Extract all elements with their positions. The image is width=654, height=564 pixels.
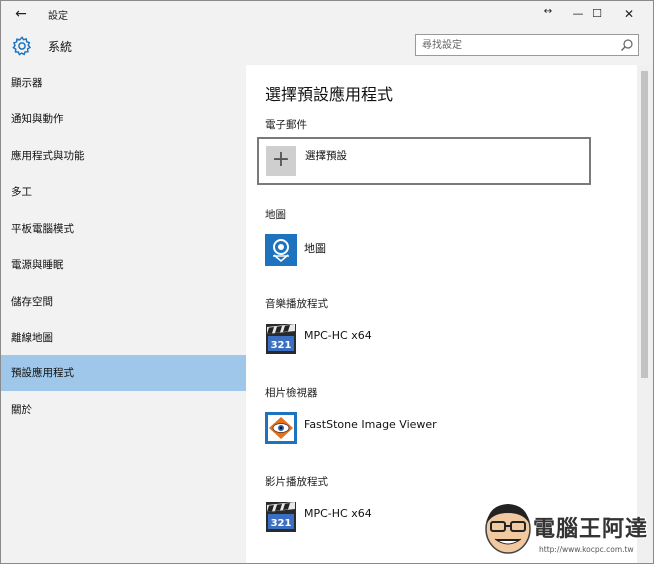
title-bar: ← 設定 ↔ — ☐ ✕: [1, 1, 653, 28]
mascot-face-icon: [485, 504, 531, 554]
section-label-photo-viewer: 相片檢視器: [265, 387, 318, 399]
section-label-maps: 地圖: [265, 209, 286, 221]
faststone-icon: [265, 412, 297, 444]
choose-default-label: 選擇預設: [305, 150, 347, 162]
sidebar-item-tablet-mode[interactable]: 平板電腦模式: [1, 211, 246, 247]
search-icon[interactable]: [620, 38, 634, 52]
watermark-text: 電腦王阿達: [533, 517, 649, 542]
search-input[interactable]: [422, 37, 612, 53]
scrollbar-thumb[interactable]: [641, 71, 648, 378]
sidebar-item-power-sleep[interactable]: 電源與睡眠: [1, 247, 246, 283]
section-label-video-player: 影片播放程式: [265, 476, 328, 488]
sidebar: 顯示器 通知與動作 應用程式與功能 多工 平板電腦模式 電源與睡眠 儲存空間 離…: [1, 65, 246, 563]
sidebar-item-label: 關於: [11, 404, 32, 416]
sidebar-item-apps-features[interactable]: 應用程式與功能: [1, 138, 246, 174]
default-app-maps[interactable]: 地圖: [265, 234, 565, 268]
sidebar-item-label: 多工: [11, 186, 32, 198]
default-app-label: FastStone Image Viewer: [304, 418, 437, 431]
sidebar-item-offline-maps[interactable]: 離線地圖: [1, 320, 246, 356]
settings-window: ← 設定 ↔ — ☐ ✕ 系統 顯示器 通知與動作 應用程式與功能 多工 平板電…: [0, 0, 654, 564]
default-app-label: 地圖: [304, 242, 326, 255]
mpc-hc-icon: 321: [266, 324, 296, 354]
mpc-hc-icon: 321: [266, 502, 296, 532]
content-scrollbar[interactable]: [637, 65, 653, 563]
sidebar-item-label: 顯示器: [11, 77, 43, 89]
sidebar-item-multitasking[interactable]: 多工: [1, 174, 246, 210]
sidebar-item-default-apps[interactable]: 預設應用程式: [1, 355, 246, 391]
watermark: 電腦王阿達 http://www.kocpc.com.tw: [479, 497, 649, 561]
gear-icon: [12, 36, 32, 56]
section-label-music-player: 音樂播放程式: [265, 298, 328, 310]
sidebar-item-label: 通知與動作: [11, 113, 64, 125]
window-title: 設定: [48, 11, 68, 22]
sidebar-item-label: 電源與睡眠: [11, 259, 64, 271]
sidebar-item-label: 儲存空間: [11, 296, 53, 308]
sidebar-item-label: 離線地圖: [11, 332, 53, 344]
sidebar-item-storage[interactable]: 儲存空間: [1, 284, 246, 320]
svg-text:321: 321: [271, 340, 292, 351]
default-app-label: MPC-HC x64: [304, 329, 372, 342]
sidebar-item-label: 平板電腦模式: [11, 223, 74, 235]
sidebar-item-label: 應用程式與功能: [11, 150, 85, 162]
section-label-email: 電子郵件: [265, 119, 307, 131]
maximize-button[interactable]: ☐: [582, 3, 612, 25]
plus-icon: +: [266, 146, 296, 176]
default-app-music-player[interactable]: 321 MPC-HC x64: [265, 323, 565, 357]
page-header: 系統: [1, 28, 653, 65]
svg-text:321: 321: [271, 518, 292, 529]
sidebar-item-about[interactable]: 關於: [1, 392, 246, 428]
search-box[interactable]: [415, 34, 639, 56]
default-app-photo-viewer[interactable]: FastStone Image Viewer: [265, 412, 565, 446]
close-button[interactable]: ✕: [614, 3, 644, 25]
sidebar-item-notifications[interactable]: 通知與動作: [1, 101, 246, 137]
back-arrow-icon: ←: [15, 6, 27, 22]
main-content: 選擇預設應用程式 電子郵件 + 選擇預設 地圖 地圖 音樂播放程式 321 MP…: [246, 65, 637, 563]
content-title: 選擇預設應用程式: [265, 85, 394, 104]
default-app-label: MPC-HC x64: [304, 507, 372, 520]
watermark-url: http://www.kocpc.com.tw: [539, 545, 634, 554]
choose-default-email-button[interactable]: + 選擇預設: [257, 137, 591, 185]
back-button[interactable]: ←: [9, 3, 33, 25]
sidebar-item-display[interactable]: 顯示器: [1, 65, 246, 101]
sidebar-item-label: 預設應用程式: [11, 367, 74, 379]
page-title: 系統: [48, 40, 73, 54]
maps-icon: [265, 234, 297, 266]
resize-icon[interactable]: ↔: [533, 1, 563, 23]
